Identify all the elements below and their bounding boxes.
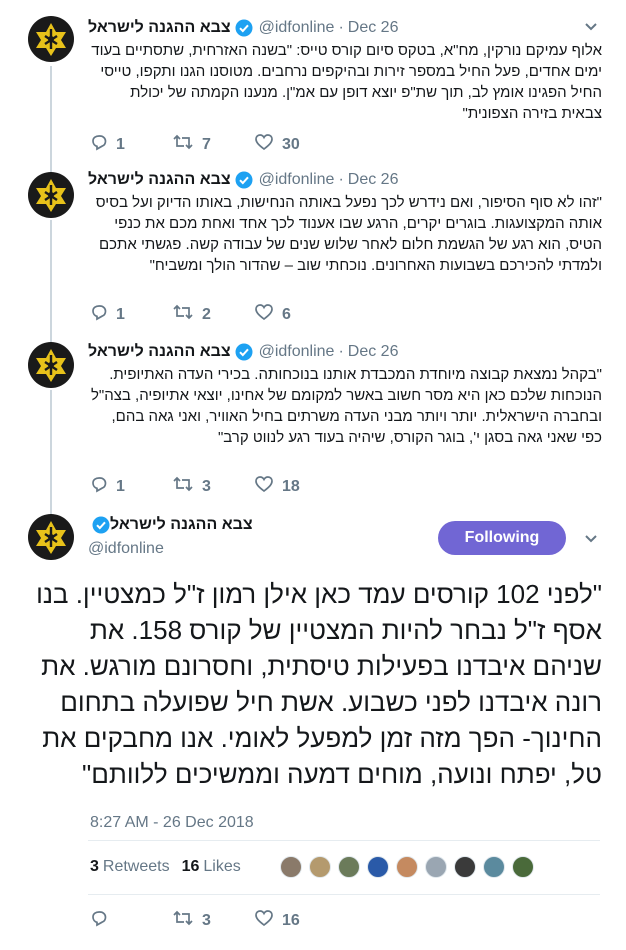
reply-count: 1 [116,477,125,495]
separator-dot: · [338,343,344,360]
liker-avatar[interactable] [309,856,331,878]
retweet-count: 7 [202,135,211,153]
main-tweet-text: "לפני 102 קורסים עמד כאן אילן רמון ז"ל כ… [36,579,602,789]
tweet-timestamp[interactable]: 8:27 AM - 26 Dec 2018 [90,814,254,832]
like-button[interactable]: 30 [254,133,336,156]
reply-count: 1 [116,135,125,153]
heart-icon [254,909,282,932]
retweet-button[interactable]: 3 [172,475,254,498]
author-handle[interactable]: @idfonline [259,19,335,37]
retweet-button[interactable]: 7 [172,133,254,156]
likes-stat[interactable]: 16 Likes [182,858,241,876]
author-handle[interactable]: @idfonline [259,343,335,361]
thread-tweet-3[interactable]: צבא ההגנה לישראל @idfonline · Dec 26 "בק… [0,338,626,506]
following-button[interactable]: Following [438,521,566,555]
thread-connector [50,506,52,514]
author-handle[interactable]: @idfonline [88,540,164,558]
like-button[interactable]: 16 [254,909,336,932]
reply-button[interactable] [90,909,172,932]
thread-connector [50,66,52,168]
liker-avatar[interactable] [454,856,476,878]
reply-count: 1 [116,305,125,323]
author-name[interactable]: צבא ההגנה לישראל [110,516,253,534]
heart-icon [254,475,282,498]
separator-dot: · [338,171,344,188]
liker-avatar[interactable] [512,856,534,878]
author-handle[interactable]: @idfonline [259,171,335,189]
chevron-down-icon[interactable] [584,20,598,34]
reply-button[interactable]: 1 [90,303,172,326]
retweet-count: 3 [202,911,211,929]
reply-icon [90,133,116,156]
thread-tweet-1[interactable]: צבא ההגנה לישראל @idfonline · Dec 26 אלו… [0,0,626,168]
avatar[interactable] [28,342,74,388]
like-count: 16 [282,911,300,929]
verified-badge-icon [235,19,253,37]
separator-dot: · [338,19,344,36]
liker-avatars[interactable] [280,856,541,878]
tweet-date[interactable]: Dec 26 [348,171,399,189]
reply-button[interactable]: 1 [90,133,172,156]
tweet-text: "בקהל נמצאת קבוצה מיוחדת המכבדת אותנו בנ… [90,366,602,446]
retweet-count: 2 [202,305,211,323]
like-button[interactable]: 6 [254,303,336,326]
reply-icon [90,475,116,498]
thread-connector [50,220,52,338]
retweet-button[interactable]: 3 [172,909,254,932]
thread-connector [50,390,52,506]
retweet-icon [172,303,202,326]
avatar[interactable] [28,16,74,62]
heart-icon [254,133,282,156]
likes-stat-count: 16 [181,858,200,875]
author-name[interactable]: צבא ההגנה לישראל [88,343,231,361]
retweets-stat-label: Retweets [102,858,170,875]
main-tweet: צבא ההגנה לישראל @idfonline Following "ל… [0,506,626,950]
avatar[interactable] [28,172,74,218]
tweet-date[interactable]: Dec 26 [348,19,399,37]
like-count: 30 [282,135,300,153]
retweets-stat[interactable]: 3 Retweets [90,858,170,876]
author-name[interactable]: צבא ההגנה לישראל [88,19,231,37]
tweet-date[interactable]: Dec 26 [348,343,399,361]
retweet-button[interactable]: 2 [172,303,254,326]
thread-tweet-2[interactable]: צבא ההגנה לישראל @idfonline · Dec 26 "זה… [0,168,626,338]
reply-button[interactable]: 1 [90,475,172,498]
reply-icon [90,303,116,326]
liker-avatar[interactable] [338,856,360,878]
liker-avatar[interactable] [483,856,505,878]
avatar[interactable] [28,514,74,560]
divider [88,894,600,895]
heart-icon [254,303,282,326]
reply-icon [90,909,116,932]
divider [88,840,600,841]
verified-badge-icon [235,171,253,189]
like-button[interactable]: 18 [254,475,336,498]
retweet-icon [172,909,202,932]
liker-avatar[interactable] [367,856,389,878]
retweet-icon [172,475,202,498]
verified-badge-icon [235,343,253,361]
retweet-icon [172,133,202,156]
likes-stat-label: Likes [203,858,241,875]
liker-avatar[interactable] [280,856,302,878]
verified-badge-icon [92,516,110,534]
like-count: 18 [282,477,300,495]
chevron-down-icon[interactable] [584,532,598,546]
liker-avatar[interactable] [425,856,447,878]
tweet-text: "זהו לא סוף הסיפור, ואם נידרש לכך נפעל ב… [95,194,602,274]
liker-avatar[interactable] [396,856,418,878]
retweets-stat-count: 3 [90,858,99,875]
like-count: 6 [282,305,291,323]
tweet-text: אלוף עמיקם נורקין, מח"א, בטקס סיום קורס … [91,42,602,122]
author-name[interactable]: צבא ההגנה לישראל [88,171,231,189]
retweet-count: 3 [202,477,211,495]
